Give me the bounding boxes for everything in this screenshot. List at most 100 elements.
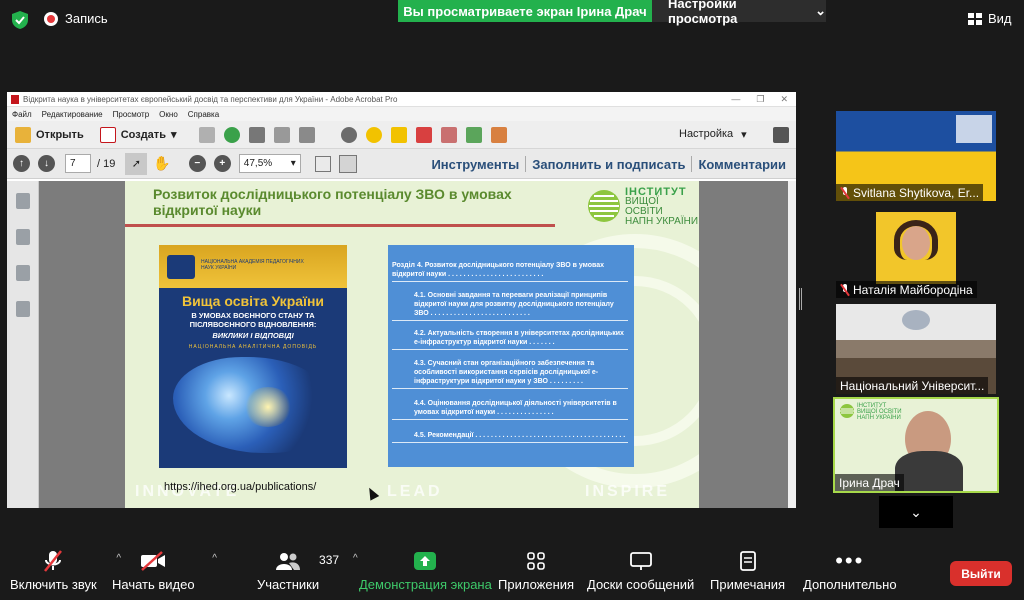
menu-edit[interactable]: Редактирование — [42, 110, 103, 119]
notes-label: Примечания — [710, 577, 786, 592]
page-thumbnails-icon[interactable] — [15, 193, 30, 209]
fit-width-icon[interactable] — [314, 155, 331, 172]
grid-view-icon — [968, 12, 982, 25]
signatures-icon[interactable] — [15, 301, 30, 317]
whiteboard-icon — [629, 552, 652, 570]
publications-url[interactable]: https://ihed.org.ua/publications/ — [164, 481, 316, 493]
tile-institute-line-3: НАПН УКРАЇНИ — [857, 415, 901, 421]
select-tool-icon[interactable]: ➚ — [125, 152, 148, 175]
mic-muted-icon — [840, 186, 850, 199]
book-title: Вища освіта України — [181, 293, 325, 309]
zoom-select[interactable]: 47,5% ▾ — [238, 154, 301, 173]
dropdown-arrow-icon: ▾ — [170, 129, 177, 141]
restore-icon[interactable]: ❐ — [756, 94, 764, 105]
participant-name: Ірина Драч — [839, 475, 900, 490]
participant-name-bar: Svitlana Shytikova, Er... — [836, 184, 984, 201]
tools-panel-link[interactable]: Инструменты — [425, 157, 525, 172]
zoom-in-icon[interactable]: + — [213, 155, 231, 172]
view-options-button[interactable]: Настройки просмотра ⌄ — [652, 0, 826, 26]
book-band: НАЦІОНАЛЬНА АНАЛІТИЧНА ДОПОВІДЬ — [188, 344, 318, 350]
participants-options-caret-icon[interactable]: ^ — [353, 553, 358, 564]
previous-page-icon[interactable]: ↑ — [13, 155, 30, 172]
settings-icon[interactable] — [340, 126, 357, 143]
attachments-icon[interactable] — [15, 265, 30, 281]
participants-button[interactable]: 337 ^ Участники — [257, 545, 358, 592]
book-subtitle-2: ВИКЛИКИ І ВІДПОВІДІ — [212, 331, 294, 340]
open-button[interactable]: Открыть — [7, 124, 92, 146]
participant-tile[interactable]: Svitlana Shytikova, Er... — [836, 111, 996, 201]
view-button[interactable]: Вид — [968, 11, 1012, 26]
hand-tool-icon[interactable]: ✋ — [153, 155, 170, 172]
institute-logo-icon — [588, 190, 620, 222]
whiteboards-button[interactable]: Доски сообщений — [587, 545, 694, 592]
watermark-inspire: INSPIRE — [585, 483, 671, 500]
create-button[interactable]: Создать ▾ — [92, 124, 185, 146]
unmute-button[interactable]: ^ Включить звук — [10, 545, 121, 592]
apps-button[interactable]: Приложения — [498, 545, 574, 592]
university-emblem-icon — [902, 310, 930, 330]
email-icon[interactable] — [298, 126, 315, 143]
start-video-button[interactable]: ^ Начать видео — [112, 545, 217, 592]
participants-label: Участники — [257, 577, 320, 592]
bookmarks-icon[interactable] — [15, 229, 30, 245]
menu-file[interactable]: Файл — [12, 110, 32, 119]
more-button[interactable]: ••• Дополнительно — [803, 545, 897, 592]
document-view[interactable]: Розвиток дослідницького потенціалу ЗВО в… — [39, 181, 788, 508]
zoom-out-icon[interactable]: − — [188, 155, 206, 172]
participant-tile[interactable]: Національний Університ... — [836, 304, 996, 394]
fill-sign-panel-link[interactable]: Заполнить и подписать — [526, 157, 691, 172]
customize-button[interactable]: Настройка ▾ — [679, 128, 747, 141]
participant-tile-active-speaker[interactable]: ІНСТИТУТ ВИЩОЇ ОСВІТИ НАПН УКРАЇНИ Ірина… — [833, 397, 999, 493]
panel-resize-handle[interactable] — [799, 288, 802, 310]
share-screen-button[interactable]: Демонстрация экрана — [359, 545, 492, 592]
security-shield-icon[interactable] — [12, 11, 28, 29]
redact-icon[interactable] — [440, 126, 457, 143]
institute-line-2: ВИЩОЇ ОСВІТИ — [625, 196, 663, 217]
video-off-icon — [141, 551, 166, 571]
recording-indicator[interactable]: Запись — [44, 11, 108, 26]
export-icon[interactable] — [465, 126, 482, 143]
more-label: Дополнительно — [803, 577, 897, 592]
video-options-caret-icon[interactable]: ^ — [212, 553, 217, 564]
next-page-icon[interactable]: ↓ — [38, 155, 55, 172]
participant-tile[interactable]: Наталія Майбородіна — [836, 208, 996, 298]
menu-help[interactable]: Справка — [188, 110, 219, 119]
acrobat-window: Відкрита наука в університетах європейсь… — [7, 92, 796, 508]
dropdown-arrow-icon: ▾ — [741, 129, 747, 141]
toc-item: 4.4. Оцінювання дослідницької діяльності… — [392, 399, 628, 420]
sign-icon[interactable] — [490, 126, 507, 143]
minimize-icon[interactable]: — — [731, 94, 740, 105]
close-icon[interactable]: ✕ — [780, 94, 788, 105]
document-scrollbar[interactable] — [788, 181, 796, 508]
leave-meeting-button[interactable]: Выйти — [950, 561, 1012, 586]
participants-icon — [276, 553, 301, 570]
menu-window[interactable]: Окно — [159, 110, 178, 119]
notes-button[interactable]: Примечания — [710, 545, 785, 592]
share-screen-icon — [414, 552, 437, 570]
highlight-icon[interactable] — [390, 126, 407, 143]
record-label: Запись — [65, 11, 108, 26]
print-icon[interactable] — [248, 126, 265, 143]
comments-panel-link[interactable]: Комментарии — [692, 157, 792, 172]
toc-item: 4.3. Сучасний стан організаційного забез… — [392, 359, 628, 389]
book-subtitle: В УМОВАХ ВОЄННОГО СТАНУ ТА ПІСЛЯВОЄННОГО… — [189, 311, 317, 329]
scroll-participants-down-button[interactable]: ⌄ — [879, 496, 953, 528]
book-cover: НАЦІОНАЛЬНА АКАДЕМІЯ ПЕДАГОГІЧНИХ НАУК У… — [159, 245, 347, 468]
participant-name-bar: Наталія Майбородіна — [836, 281, 977, 298]
save-icon[interactable] — [198, 126, 215, 143]
edit-document-icon[interactable] — [273, 126, 290, 143]
fullscreen-icon[interactable] — [773, 127, 789, 143]
toc-item: 4.1. Основні завдання та переваги реаліз… — [392, 291, 628, 321]
page-number-input[interactable]: 7 — [65, 154, 91, 173]
create-label: Создать — [120, 128, 166, 141]
mic-muted-icon — [840, 283, 850, 296]
watermark-lead: LEAD — [387, 483, 443, 500]
menu-view[interactable]: Просмотр — [113, 110, 150, 119]
comment-icon[interactable] — [365, 126, 382, 143]
share-banner: Вы просматриваете экран Ірина Драч — [398, 0, 652, 22]
fit-page-icon[interactable] — [338, 154, 357, 173]
share-screen-label: Демонстрация экрана — [359, 577, 492, 592]
delete-icon[interactable] — [415, 126, 432, 143]
acrobat-left-navigation — [7, 181, 39, 508]
cloud-upload-icon[interactable] — [223, 126, 240, 143]
